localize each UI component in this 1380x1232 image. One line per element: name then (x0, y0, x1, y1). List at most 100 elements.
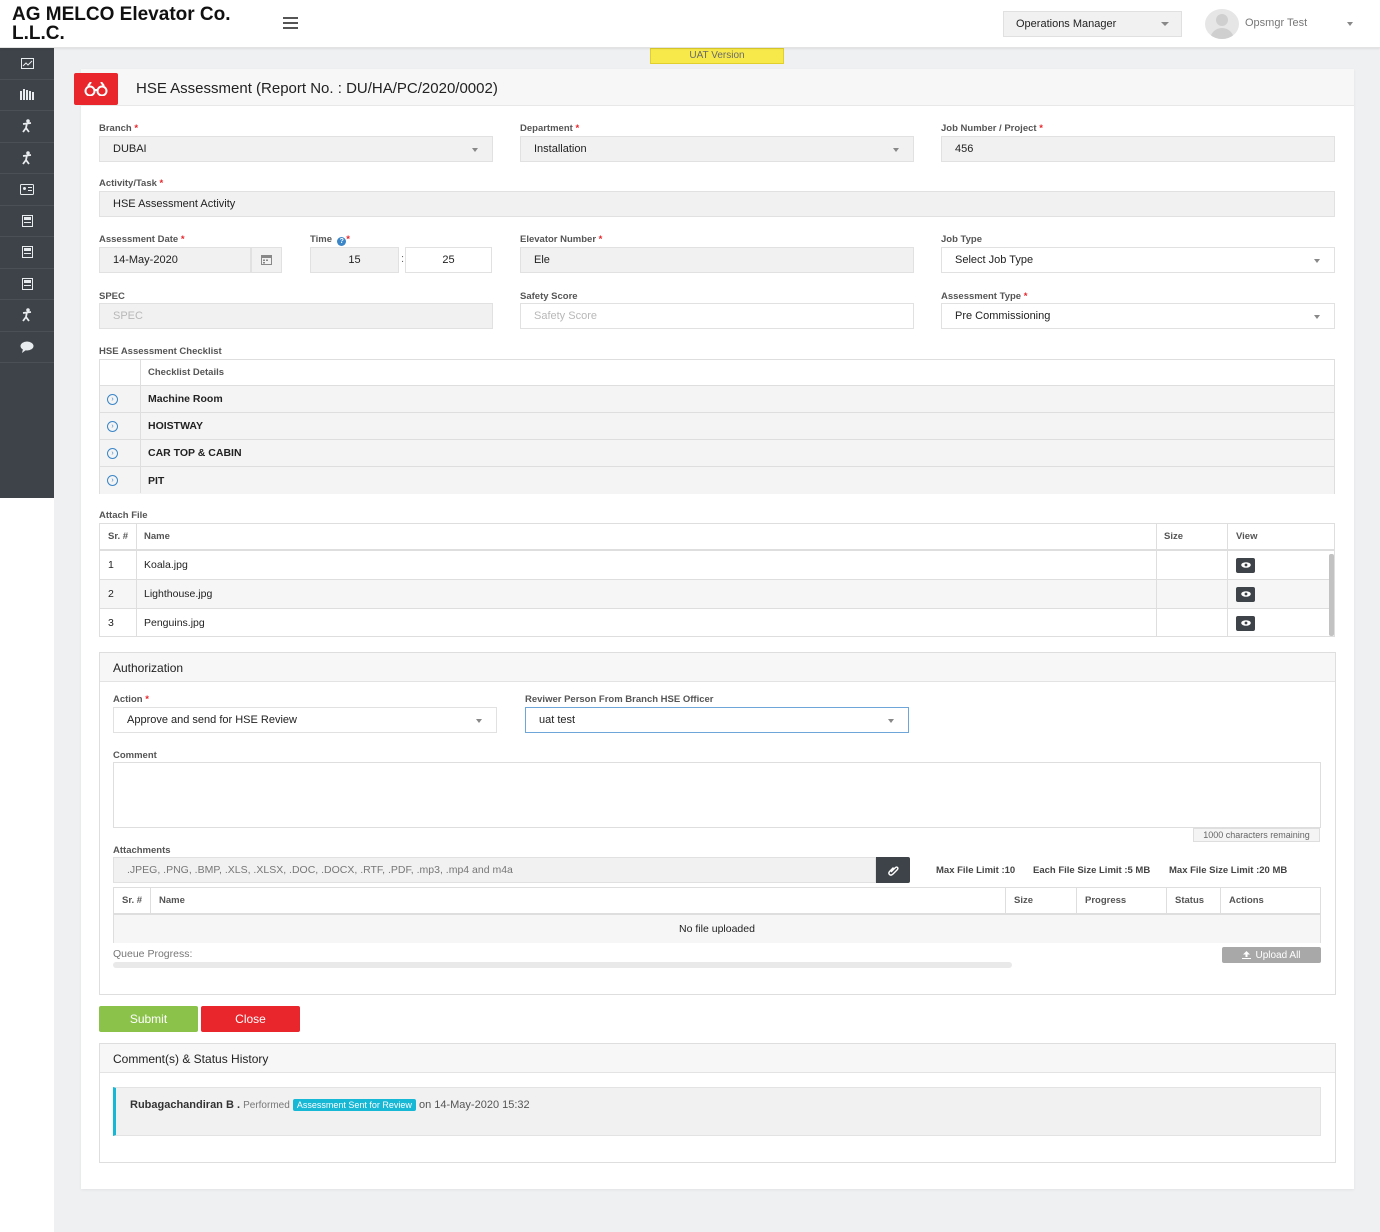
history-timestamp: on 14-May-2020 15:32 (418, 1099, 530, 1111)
id-card-icon[interactable] (0, 174, 54, 206)
history-person: Rubagachandiran B . (130, 1099, 241, 1111)
upload-all-button[interactable]: Upload All (1222, 947, 1321, 963)
time-hour-field[interactable]: 15 (310, 247, 399, 273)
user-menu-chevron-icon[interactable] (1347, 22, 1353, 26)
upload-all-label: Upload All (1255, 949, 1301, 961)
size-header: Size (1164, 531, 1184, 542)
row-sr: 2 (108, 588, 114, 600)
form-icon[interactable] (0, 269, 54, 300)
page-title: HSE Assessment (Report No. : DU/HA/PC/20… (136, 80, 498, 97)
department-select[interactable]: Installation (520, 136, 914, 162)
worker-icon[interactable] (0, 300, 54, 332)
actions-header: Actions (1229, 895, 1264, 906)
checklist-item: HOISTWAY (148, 420, 204, 432)
activity-field[interactable]: HSE Assessment Activity (99, 191, 1335, 217)
chevron-down-icon (893, 148, 899, 152)
size-header: Size (1014, 895, 1034, 906)
checklist-row[interactable]: › CAR TOP & CABIN (100, 440, 1334, 467)
dashboard-icon[interactable] (0, 48, 54, 80)
sidebar (0, 48, 54, 498)
elevator-number-label: Elevator Number * (520, 234, 603, 245)
top-header: AG MELCO Elevator Co. L.L.C. Operations … (0, 0, 1380, 48)
max-file-limit: Max File Limit :10 (936, 865, 1016, 876)
checklist-row[interactable]: › HOISTWAY (100, 413, 1334, 440)
attach-file-table: Sr. # Name Size View 1 Koala.jpg 2 Light… (99, 523, 1335, 637)
worker-icon[interactable] (0, 111, 54, 143)
job-type-select[interactable]: Select Job Type (941, 247, 1335, 273)
chevron-down-icon (1314, 259, 1320, 263)
uat-version-banner: UAT Version (650, 48, 784, 64)
department-label: Department * (520, 123, 580, 134)
empty-row: No file uploaded (114, 915, 1320, 943)
user-name[interactable]: Opsmgr Test (1245, 17, 1307, 29)
job-number-field[interactable]: 456 (941, 136, 1335, 162)
paperclip-icon[interactable] (876, 857, 910, 883)
column-divider (150, 888, 151, 913)
assessment-date-field[interactable]: 14-May-2020 (99, 247, 251, 273)
spec-field[interactable]: SPEC (99, 303, 493, 329)
checklist-label: HSE Assessment Checklist (99, 346, 222, 357)
checklist-row[interactable]: › Machine Room (100, 386, 1334, 413)
attachments-label: Attachments (113, 845, 171, 856)
time-label: Time ? * (310, 234, 350, 246)
comment-label: Comment (113, 750, 157, 761)
checklist-table: Checklist Details › Machine Room › HOIST… (99, 359, 1335, 494)
role-select[interactable]: Operations Manager (1003, 11, 1182, 37)
status-history-title: Comment(s) & Status History (100, 1044, 1335, 1073)
calendar-icon[interactable] (251, 247, 282, 273)
table-header-row: Sr. # Name Size View (100, 524, 1334, 551)
action-label: Action * (113, 694, 149, 705)
branch-label: Branch * (99, 123, 139, 134)
worker-icon[interactable] (0, 143, 54, 174)
history-entry: Rubagachandiran B . Performed Assessment… (113, 1087, 1321, 1136)
expand-chevron-icon[interactable]: › (107, 447, 118, 459)
action-select[interactable]: Approve and send for HSE Review (113, 707, 497, 733)
eye-icon[interactable] (1236, 615, 1255, 631)
time-minute-field[interactable]: 25 (405, 247, 492, 273)
upload-table: Sr. # Name Size Progress Status Actions … (113, 887, 1321, 943)
chevron-down-icon (472, 148, 478, 152)
card-header: HSE Assessment (Report No. : DU/HA/PC/20… (74, 69, 1354, 106)
file-name: Lighthouse.jpg (144, 588, 213, 600)
table-scrollbar[interactable] (1329, 554, 1334, 636)
sr-header: Sr. # (108, 531, 129, 542)
submit-button[interactable]: Submit (99, 1006, 198, 1032)
expand-chevron-icon[interactable]: › (107, 420, 118, 432)
file-name: Penguins.jpg (144, 617, 205, 629)
menu-toggle-icon[interactable] (283, 17, 298, 29)
attach-file-label: Attach File (99, 510, 148, 521)
checklist-item: PIT (148, 474, 165, 487)
expand-chevron-icon[interactable]: › (107, 393, 118, 405)
reviewer-select[interactable]: uat test (525, 707, 909, 733)
column-divider (136, 524, 137, 636)
checklist-row[interactable]: › PIT (100, 467, 1334, 494)
expand-chevron-icon[interactable]: › (107, 475, 118, 486)
chevron-down-icon (1314, 315, 1320, 319)
form-icon[interactable] (0, 237, 54, 269)
brand-name: AG MELCO Elevator Co. L.L.C. (12, 4, 231, 44)
user-avatar[interactable] (1205, 9, 1239, 39)
eye-icon[interactable] (1236, 586, 1255, 602)
status-badge: Assessment Sent for Review (292, 1099, 416, 1111)
assessment-type-select[interactable]: Pre Commissioning (941, 303, 1335, 329)
table-row: 3 Penguins.jpg (100, 609, 1334, 637)
table-row: 1 Koala.jpg (100, 551, 1334, 580)
close-button[interactable]: Close (201, 1006, 300, 1032)
sr-header: Sr. # (122, 895, 143, 906)
eye-icon[interactable] (1236, 557, 1255, 573)
comment-textarea[interactable] (113, 762, 1321, 828)
column-divider (140, 360, 141, 493)
help-icon[interactable]: ? (337, 237, 347, 246)
assessment-date-label: Assessment Date * (99, 234, 185, 245)
role-select-value: Operations Manager (1016, 18, 1117, 30)
column-divider (1220, 888, 1221, 913)
branch-select[interactable]: DUBAI (99, 136, 493, 162)
form-icon[interactable] (0, 206, 54, 237)
file-name: Koala.jpg (144, 559, 188, 571)
chat-icon[interactable] (0, 332, 54, 363)
elevator-number-field[interactable]: Ele (520, 247, 914, 273)
safety-score-field[interactable]: Safety Score (520, 303, 914, 329)
max-file-size-limit: Max File Size Limit :20 MB (1169, 865, 1288, 876)
library-icon[interactable] (0, 80, 54, 111)
file-types-field[interactable]: .JPEG, .PNG, .BMP, .XLS, .XLSX, .DOC, .D… (113, 857, 876, 883)
